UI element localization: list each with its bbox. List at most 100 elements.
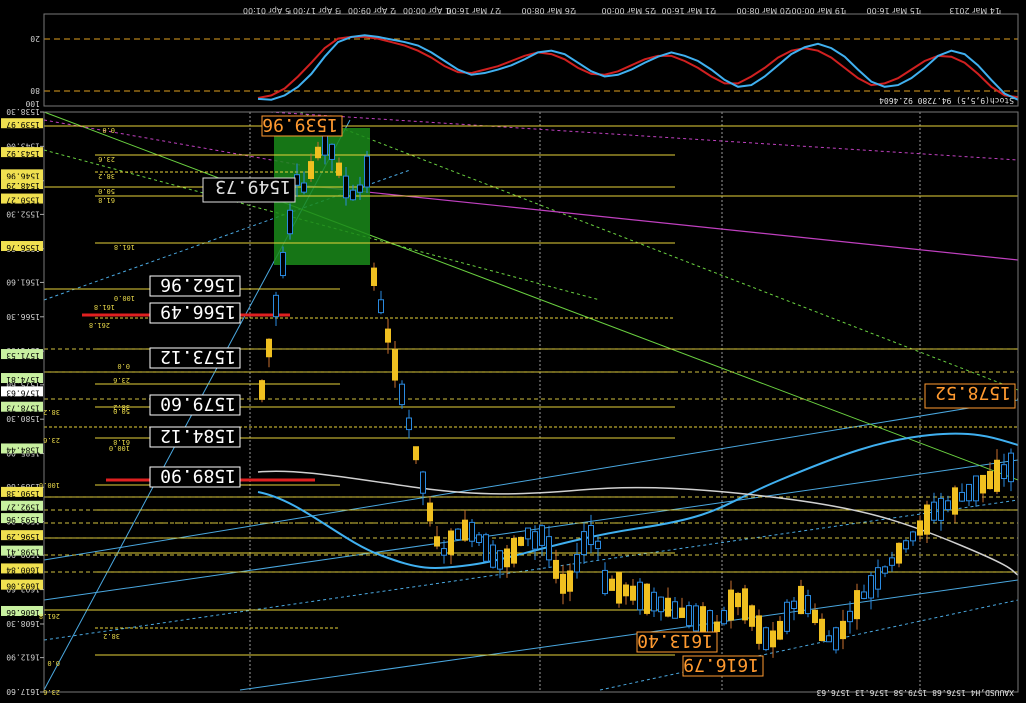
candle-body [406, 417, 412, 431]
candle-body [427, 502, 433, 522]
candle-body [448, 530, 454, 555]
candle-body [336, 162, 342, 176]
stoch-scale-label: 100 [25, 99, 40, 108]
candle-body [987, 470, 993, 490]
candle-body [847, 610, 853, 623]
stoch-level-label: 20 [30, 34, 40, 43]
fib-label: 100.0 [109, 444, 130, 452]
time-tick-label: 25 Mar 00:00 [602, 6, 655, 15]
candle-body [392, 349, 398, 381]
candle-body [511, 537, 517, 564]
price-level-label: 1600.84 [6, 565, 40, 574]
candle-body [945, 500, 951, 511]
symbol-header: XAUUSD,H4 1576.68 1579.58 1576.13 1576.6… [816, 688, 1014, 697]
fib-label: 161.8 [114, 243, 135, 251]
price-tick-label: 1617.60 [6, 687, 40, 696]
time-tick-label: 1 Apr 00:00 [403, 6, 450, 15]
candle-body [553, 559, 559, 579]
candle-body [371, 267, 377, 287]
price-tick-label: 1612.90 [6, 653, 40, 662]
candle-body [609, 578, 615, 591]
time-tick-label: 19 Mar 00:00 [792, 6, 845, 15]
fib-label: 100.0 [39, 481, 60, 489]
candle-body [301, 182, 307, 193]
price-callout-label: 1549.73 [215, 176, 291, 197]
candle-body [385, 328, 391, 343]
candle-body [637, 581, 643, 611]
fib-label: 261.8 [89, 321, 110, 329]
candle-body [1001, 464, 1007, 480]
candle-body [812, 609, 818, 624]
candle-body [994, 459, 1000, 492]
candle-body [364, 155, 370, 188]
fib-label: 0.0 [102, 126, 115, 134]
price-callout-label: 1616.79 [683, 654, 759, 675]
price-level-label: 1590.38 [6, 489, 40, 498]
candle-body [735, 592, 741, 608]
price-level-label: 1606.66 [6, 608, 40, 617]
candle-body [399, 383, 405, 406]
price-callout-label: 1589.90 [160, 465, 236, 486]
fib-label: 161.8 [94, 303, 115, 311]
price-callout-label: 1562.96 [160, 274, 236, 295]
candle-body [952, 487, 958, 515]
candle-body [973, 475, 979, 502]
fib-label: 61.8 [98, 196, 115, 204]
candle-body [455, 528, 461, 540]
price-callout-label: 1539.96 [262, 114, 338, 135]
candle-body [966, 483, 972, 502]
candle-body [567, 570, 573, 592]
price-level-label: 1592.27 [6, 503, 40, 512]
candle-body [595, 540, 601, 550]
candle-body [504, 548, 510, 568]
candle-body [497, 550, 503, 570]
fib-label: 0.0 [117, 362, 130, 370]
candle-body [413, 446, 419, 461]
time-tick-label: 27 Mar 16:00 [447, 6, 500, 15]
candle-body [560, 573, 566, 594]
candle-body [875, 567, 881, 590]
candle-body [693, 605, 699, 632]
candle-body [322, 134, 328, 156]
candle-body [1008, 452, 1014, 483]
price-callout-label: 1579.60 [160, 393, 236, 414]
indicator-header: Stoch(9,5,5) 94.7280 92.4604 [879, 96, 1014, 105]
candle-body [574, 554, 580, 573]
price-level-label: 1596.29 [6, 532, 40, 541]
price-tick-label: 1566.30 [6, 312, 40, 321]
candle-body [896, 542, 902, 564]
candle-body [679, 607, 685, 618]
candle-body [588, 524, 594, 546]
fib-label: 38.2 [98, 172, 115, 180]
trading-chart[interactable]: 20 80 100 14 Mar 2013 15 Mar 16:00 19 Mar 00… [0, 0, 1026, 703]
candle-body [630, 585, 636, 601]
candle-body [770, 630, 776, 648]
candle-body [546, 536, 552, 561]
time-tick-label: 3 Apr 17:00 [293, 6, 340, 15]
fib-label: 261.8 [39, 612, 60, 620]
price-callout-label: 1573.12 [160, 346, 236, 367]
candle-body [749, 605, 755, 627]
price-callout-label: 1584.12 [160, 425, 236, 446]
candle-body [882, 566, 888, 574]
price-level-label: 1576.63 [6, 388, 40, 397]
price-level-label: 1550.27 [6, 196, 40, 205]
candle-body [280, 251, 286, 277]
time-tick-label: 15 Mar 16:00 [867, 6, 920, 15]
candle-body [805, 595, 811, 615]
candle-body [756, 615, 762, 644]
time-tick-label: 5 Apr 01:00 [243, 6, 290, 15]
price-tick-label: 1538.30 [6, 107, 40, 116]
candle-body [357, 184, 363, 193]
candle-body [469, 521, 475, 542]
price-tick-label: 1561.60 [6, 277, 40, 286]
candle-body [259, 380, 265, 400]
candle-body [350, 189, 356, 201]
candle-body [763, 627, 769, 651]
candle-body [581, 531, 587, 556]
price-tick-label: 1552.30 [6, 209, 40, 218]
candle-body [525, 527, 531, 540]
candle-body [602, 569, 608, 595]
stoch-level-label: 80 [30, 86, 40, 95]
candle-body [672, 601, 678, 619]
